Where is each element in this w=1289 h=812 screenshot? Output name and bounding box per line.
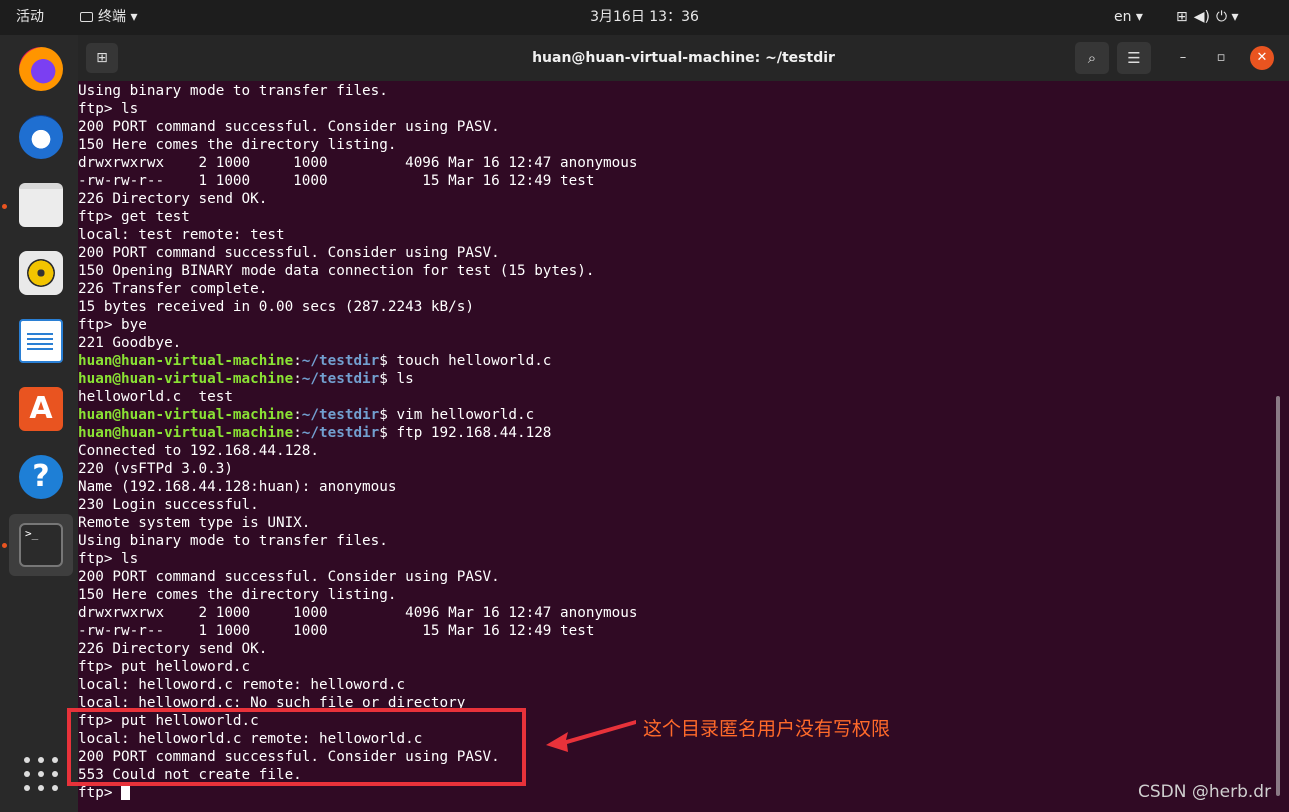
terminal-line: 150 Here comes the directory listing. [78,137,397,153]
dock-rhythmbox[interactable] [9,242,73,304]
terminal-line: local: test remote: test [78,227,285,243]
firefox-icon [19,47,63,91]
terminal-line: Using binary mode to transfer files. [78,533,388,549]
dock: A ? >_ [0,35,78,812]
running-indicator [2,204,7,209]
prompt-line: huan@huan-virtual-machine:~/testdir$ ftp… [78,424,1273,442]
prompt-user: huan@huan-virtual-machine [78,353,294,369]
command: touch helloworld.c [396,353,552,369]
help-icon: ? [19,455,63,499]
terminal-line: 200 PORT command successful. Consider us… [78,245,500,261]
prompt-dollar: $ [379,371,397,387]
terminal-line: 230 Login successful. [78,497,259,513]
terminal-line: Using binary mode to transfer files. [78,83,388,99]
dock-help[interactable]: ? [9,446,73,508]
maximize-button[interactable]: ▫ [1209,46,1233,70]
dock-terminal[interactable]: >_ [9,514,73,576]
rhythmbox-icon [19,251,63,295]
menu-button[interactable]: ☰ [1117,42,1151,74]
prompt-colon: : [293,371,302,387]
hamburger-icon: ☰ [1127,49,1141,67]
dock-app-store[interactable]: A [9,378,73,440]
terminal-line: 226 Directory send OK. [78,641,268,657]
prompt-dollar: $ [379,353,397,369]
clock[interactable]: 3月16日 13：36 [0,0,1289,35]
terminal-line: drwxrwxrwx 2 1000 1000 4096 Mar 16 12:47… [78,155,638,171]
prompt-path: ~/testdir [301,353,380,369]
terminal-line: ftp> put helloword.c [78,659,251,675]
close-button[interactable]: ✕ [1250,46,1274,70]
terminal-line: 200 PORT command successful. Consider us… [78,119,500,135]
terminal-line: ftp> bye [78,317,147,333]
terminal-line: 15 bytes received in 0.00 secs (287.2243… [78,299,474,315]
terminal-line: -rw-rw-r-- 1 1000 1000 15 Mar 16 12:49 t… [78,623,595,639]
terminal-line: 150 Here comes the directory listing. [78,587,397,603]
terminal-line: 200 PORT command successful. Consider us… [78,569,500,585]
current-prompt-line: ftp> [78,784,1273,802]
prompt-path: ~/testdir [301,425,380,441]
prompt-colon: : [293,353,302,369]
prompt-path: ~/testdir [301,407,380,423]
command: vim helloworld.c [396,407,535,423]
system-tray[interactable]: ⊞ ◀) ⏻ ▾ [1176,0,1245,35]
volume-icon[interactable]: ◀) [1194,9,1210,25]
power-icon[interactable]: ⏻ ▾ [1216,9,1239,25]
terminal-line: Name (192.168.44.128:huan): anonymous [78,479,397,495]
dock-files[interactable] [9,174,73,236]
prompt-line: huan@huan-virtual-machine:~/testdir$ vim… [78,406,1273,424]
annotation-text: 这个目录匿名用户没有写权限 [643,718,891,740]
show-applications-button[interactable] [24,757,58,791]
dock-firefox[interactable] [9,38,73,100]
terminal-line: Connected to 192.168.44.128. [78,443,320,459]
current-prompt: ftp> [78,785,122,801]
top-bar: 活动 终端 ▾ 3月16日 13：36 en ▾ ⊞ ◀) ⏻ ▾ [0,0,1289,35]
terminal-line: Remote system type is UNIX. [78,515,311,531]
terminal-line: 150 Opening BINARY mode data connection … [78,263,595,279]
app-store-icon: A [19,387,63,431]
terminal-scrollbar[interactable] [1276,396,1280,796]
terminal-line: 221 Goodbye. [78,335,182,351]
terminal-line: ftp> ls [78,101,139,117]
new-tab-button[interactable]: ⊞ [86,43,118,73]
thunderbird-icon [19,115,63,159]
terminal-line: helloworld.c test [78,389,233,405]
terminal-line: ftp> get test [78,209,190,225]
dock-thunderbird[interactable] [9,106,73,168]
text-cursor [121,784,131,800]
command: ls [396,371,414,387]
terminal-line: drwxrwxrwx 2 1000 1000 4096 Mar 16 12:47… [78,605,638,621]
prompt-path: ~/testdir [301,371,380,387]
prompt-colon: : [293,407,302,423]
annotation-arrow [546,720,636,752]
input-language-button[interactable]: en ▾ [1114,0,1143,35]
prompt-dollar: $ [379,407,397,423]
terminal-headerbar: huan@huan-virtual-machine: ~/testdir ⊞ ⌕… [78,35,1289,81]
prompt-user: huan@huan-virtual-machine [78,407,294,423]
prompt-user: huan@huan-virtual-machine [78,371,294,387]
prompt-user: huan@huan-virtual-machine [78,425,294,441]
prompt-line: huan@huan-virtual-machine:~/testdir$ tou… [78,352,1273,370]
terminal-line: 226 Directory send OK. [78,191,268,207]
minimize-button[interactable]: – [1171,46,1195,70]
prompt-colon: : [293,425,302,441]
prompt-line: huan@huan-virtual-machine:~/testdir$ ls [78,370,1273,388]
terminal-line: -rw-rw-r-- 1 1000 1000 15 Mar 16 12:49 t… [78,173,595,189]
watermark: CSDN @herb.dr [1138,782,1272,802]
files-icon [19,183,63,227]
terminal-line: 226 Transfer complete. [78,281,268,297]
network-icon[interactable]: ⊞ [1176,9,1188,25]
terminal-line: ftp> ls [78,551,139,567]
libreoffice-writer-icon [19,319,63,363]
dock-writer[interactable] [9,310,73,372]
prompt-dollar: $ [379,425,397,441]
search-icon: ⌕ [1087,49,1097,67]
running-indicator [2,543,7,548]
terminal-output[interactable]: Using binary mode to transfer files. ftp… [78,81,1273,812]
terminal-line: local: helloword.c remote: helloword.c [78,677,406,693]
highlight-box [67,708,526,786]
command: ftp 192.168.44.128 [396,425,552,441]
terminal-line: 220 (vsFTPd 3.0.3) [78,461,233,477]
terminal-icon: >_ [19,523,63,567]
search-button[interactable]: ⌕ [1075,42,1109,74]
